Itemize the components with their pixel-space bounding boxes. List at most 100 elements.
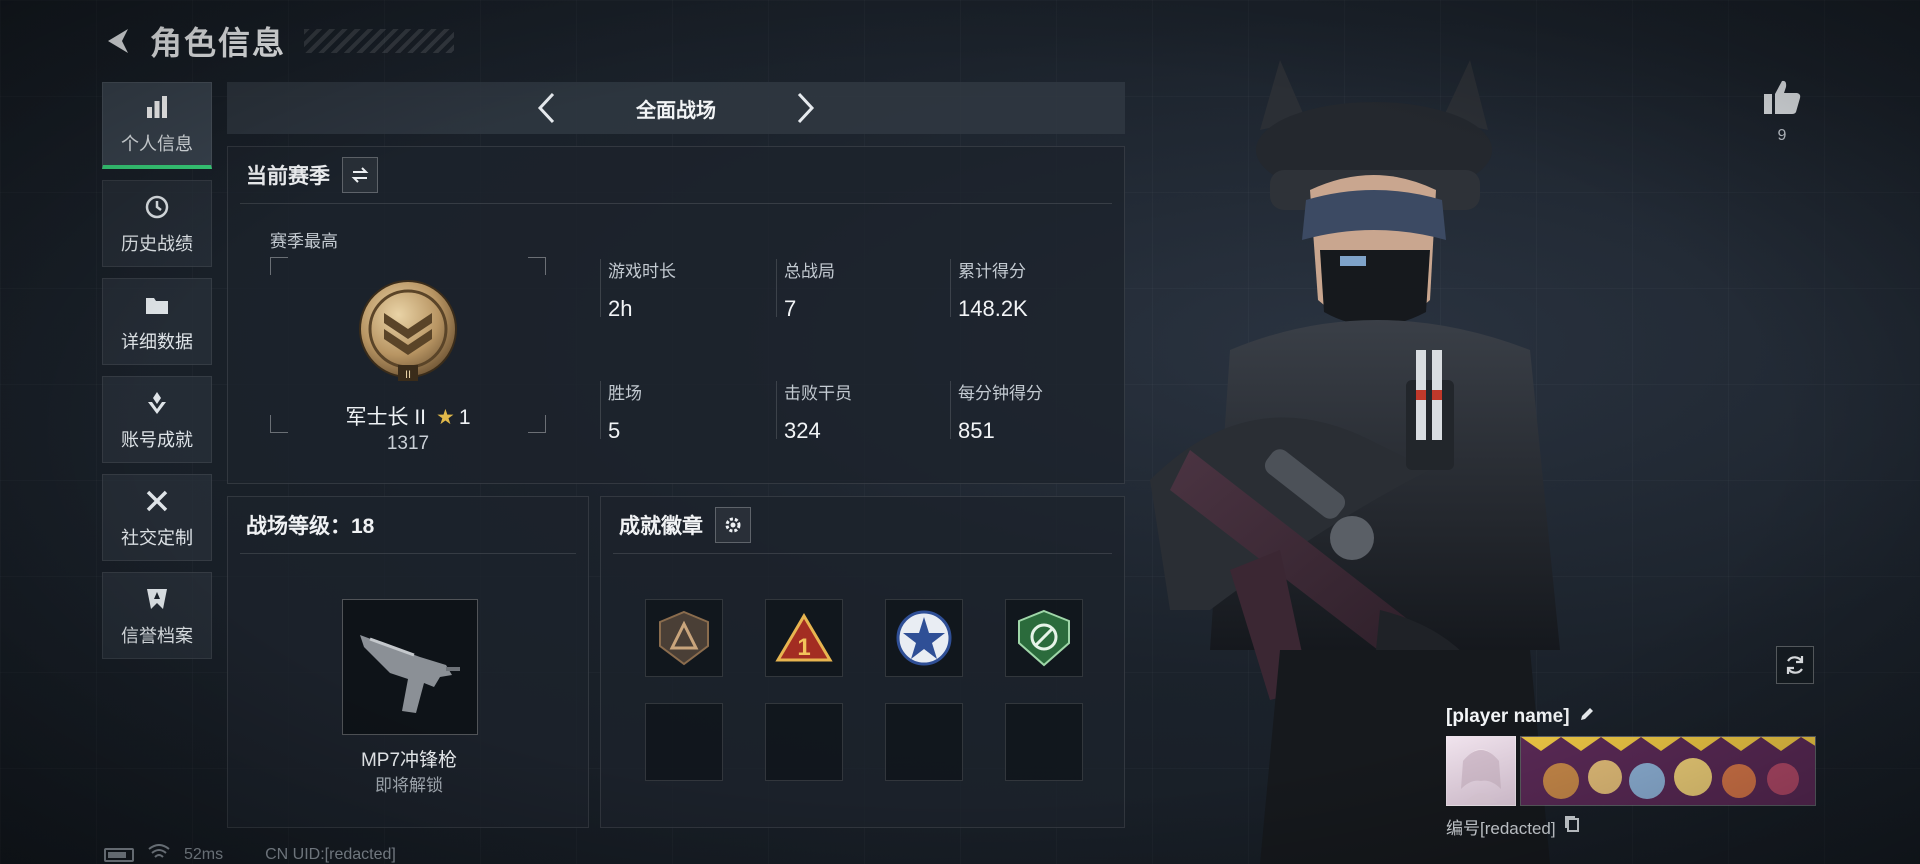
battlefield-level-panel: 战场等级：18 MP7冲锋枪 即将解锁: [227, 496, 589, 828]
wifi-icon: [148, 844, 170, 864]
mode-prev-button[interactable]: [516, 82, 576, 134]
like-button[interactable]: 9: [1760, 78, 1804, 145]
divider: [613, 553, 1112, 554]
level-title: 战场等级：18: [246, 515, 375, 538]
edit-name-icon[interactable]: [1578, 705, 1596, 729]
stat-label: 总战局: [784, 262, 835, 281]
history-icon: [142, 192, 172, 222]
smg-icon: [360, 635, 460, 713]
sidebar-item-label: 账号成就: [121, 429, 193, 450]
stat-total-score: 累计得分 148.2K: [950, 257, 1028, 322]
avatar[interactable]: [1446, 736, 1516, 806]
weapon-card[interactable]: [342, 599, 478, 735]
uid-text: CN UID:[redacted]: [265, 845, 396, 863]
red-number-one-badge[interactable]: 1: [765, 599, 843, 677]
battery-icon: [104, 847, 134, 862]
star-icon: ★: [436, 406, 455, 429]
sidebar-nav: 个人信息 历史战绩 详细数据 账号成就 社交定制 信誉档案: [102, 82, 212, 659]
refresh-icon: [1786, 656, 1804, 674]
sidebar-item-detailed-data[interactable]: 详细数据: [102, 278, 212, 365]
achievement-badges-panel: 成就徽章 1: [600, 496, 1125, 828]
back-arrow-icon[interactable]: [100, 23, 136, 59]
achievement-icon: [142, 388, 172, 418]
rotate-view-button[interactable]: [1776, 646, 1814, 684]
stat-total-matches: 总战局 7: [776, 257, 835, 322]
stat-value: 7: [784, 296, 797, 321]
stat-value: 851: [958, 418, 995, 443]
ping-value: 52ms: [184, 845, 224, 863]
player-visuals: [1446, 736, 1816, 806]
copy-icon[interactable]: [1564, 815, 1580, 838]
season-header: 当前赛季: [228, 147, 1124, 203]
stat-label: 游戏时长: [608, 262, 676, 281]
player-name-row: [player name]: [1446, 700, 1816, 734]
mode-title: 全面战场: [636, 99, 716, 122]
stat-label: 胜场: [608, 384, 642, 403]
season-best-label: 赛季最高: [270, 232, 338, 251]
stat-value: 5: [608, 418, 621, 443]
stat-value: 148.2K: [958, 296, 1028, 321]
mode-selector: 全面战场: [227, 82, 1125, 134]
swap-icon: [351, 167, 369, 183]
blue-star-badge[interactable]: [885, 599, 963, 677]
badges-title: 成就徽章: [619, 515, 703, 538]
season-switch-button[interactable]: [342, 157, 378, 193]
page-header: 角色信息: [100, 18, 455, 64]
stat-label: 每分钟得分: [958, 384, 1043, 403]
season-title: 当前赛季: [246, 165, 330, 188]
stat-label: 累计得分: [958, 262, 1026, 281]
player-id-row: 编号[redacted]: [1446, 814, 1816, 839]
thumbs-up-icon: [1764, 80, 1801, 114]
svg-text:1: 1: [797, 634, 810, 661]
weapon-name: MP7冲锋枪: [360, 750, 458, 771]
green-crest-badge[interactable]: [1005, 599, 1083, 677]
folder-icon: [142, 290, 172, 320]
like-count: 9: [1777, 127, 1787, 144]
sidebar-item-personal-info[interactable]: 个人信息: [102, 82, 212, 169]
stat-label: 击败干员: [784, 384, 852, 403]
rank-name: 军士长 II: [345, 406, 426, 429]
divider: [240, 553, 576, 554]
rank-name-row: 军士长 II ★ 1: [270, 401, 546, 431]
rank-stars: 1: [458, 406, 471, 429]
player-card: [player name] 编号[redacted]: [1446, 700, 1816, 839]
stat-score-per-minute: 每分钟得分 851: [950, 379, 1043, 444]
empty-badge-slot[interactable]: [765, 703, 843, 781]
player-id: 编号[redacted]: [1446, 819, 1556, 838]
sidebar-item-label: 详细数据: [121, 331, 193, 352]
badges-header: 成就徽章: [601, 497, 1124, 553]
stat-wins: 胜场 5: [600, 379, 642, 444]
shield-icon: [142, 584, 172, 614]
sidebar-item-label: 历史战绩: [121, 233, 193, 254]
sidebar-item-social-custom[interactable]: 社交定制: [102, 474, 212, 561]
gear-icon: [725, 517, 741, 533]
badge-grid: 1: [645, 599, 1083, 781]
empty-badge-slot[interactable]: [1005, 703, 1083, 781]
rank-score: 1317: [386, 433, 430, 454]
level-header: 战场等级：18: [228, 497, 588, 553]
season-panel: 当前赛季 赛季最高 II 军士长 II ★ 1 1317 游戏时长 2h 总战局…: [227, 146, 1125, 484]
rank-display: II 军士长 II ★ 1 1317: [270, 257, 546, 454]
sidebar-item-achievements[interactable]: 账号成就: [102, 376, 212, 463]
player-name: [player name]: [1446, 706, 1570, 727]
empty-badge-slot[interactable]: [645, 703, 723, 781]
badges-settings-button[interactable]: [715, 507, 751, 543]
divider: [240, 203, 1112, 204]
empty-badge-slot[interactable]: [885, 703, 963, 781]
profile-banner[interactable]: [1520, 736, 1816, 806]
weapon-unlock-status: 即将解锁: [375, 776, 443, 795]
page-title: 角色信息: [150, 25, 287, 61]
bronze-triangle-badge[interactable]: [645, 599, 723, 677]
stat-value: 2h: [608, 296, 633, 321]
rank-emblem-icon: II: [354, 277, 462, 385]
sidebar-item-history[interactable]: 历史战绩: [102, 180, 212, 267]
stat-value: 324: [784, 418, 821, 443]
status-bar: 52ms CN UID:[redacted]: [104, 844, 396, 864]
title-decoration: [304, 29, 455, 53]
svg-text:II: II: [405, 369, 411, 381]
sidebar-item-label: 个人信息: [121, 134, 193, 154]
bar-chart-icon: [142, 92, 172, 122]
stat-play-time: 游戏时长 2h: [600, 257, 676, 322]
sidebar-item-reputation[interactable]: 信誉档案: [102, 572, 212, 659]
mode-next-button[interactable]: [776, 82, 836, 134]
